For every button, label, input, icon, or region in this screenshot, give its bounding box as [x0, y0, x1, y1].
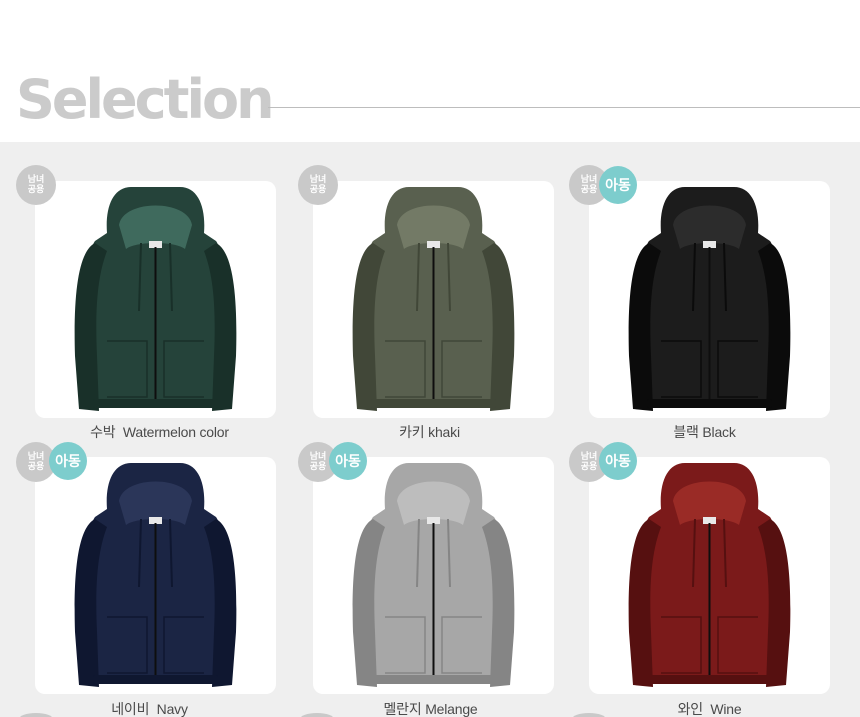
hoodie-image	[74, 187, 237, 411]
product-caption: 카키 khaki	[399, 424, 460, 440]
unisex-badge: 남녀 공용	[16, 165, 56, 205]
hoodie-image	[352, 187, 515, 411]
product-caption: 네이비 Navy	[111, 701, 188, 717]
kids-badge: 아동	[599, 166, 637, 204]
product-caption: 멜란지 Melange	[383, 701, 478, 717]
page-title: Selection	[16, 68, 275, 131]
product-card-khaki[interactable]	[313, 181, 554, 418]
hoodie-image	[352, 463, 515, 687]
product-card-navy[interactable]	[35, 457, 276, 694]
product-card-watermelon[interactable]	[35, 181, 276, 418]
product-card-black[interactable]	[589, 181, 830, 418]
kids-badge: 아동	[329, 442, 367, 480]
product-card-wine[interactable]	[589, 457, 830, 694]
hoodie-image	[74, 463, 237, 687]
product-caption: 와인 Wine	[677, 701, 742, 717]
kids-badge: 아동	[599, 442, 637, 480]
kids-badge: 아동	[49, 442, 87, 480]
product-caption: 블랙 Black	[673, 424, 736, 440]
product-grid: 수박 Watermelon color 남녀 공용 카키 khaki 남녀 공용…	[0, 142, 860, 717]
unisex-badge: 남녀 공용	[298, 165, 338, 205]
hoodie-image	[628, 463, 791, 687]
hoodie-image	[628, 187, 791, 411]
product-caption: 수박 Watermelon color	[90, 424, 229, 440]
title-divider	[268, 107, 860, 108]
header: Selection	[0, 0, 860, 142]
product-card-melange[interactable]	[313, 457, 554, 694]
